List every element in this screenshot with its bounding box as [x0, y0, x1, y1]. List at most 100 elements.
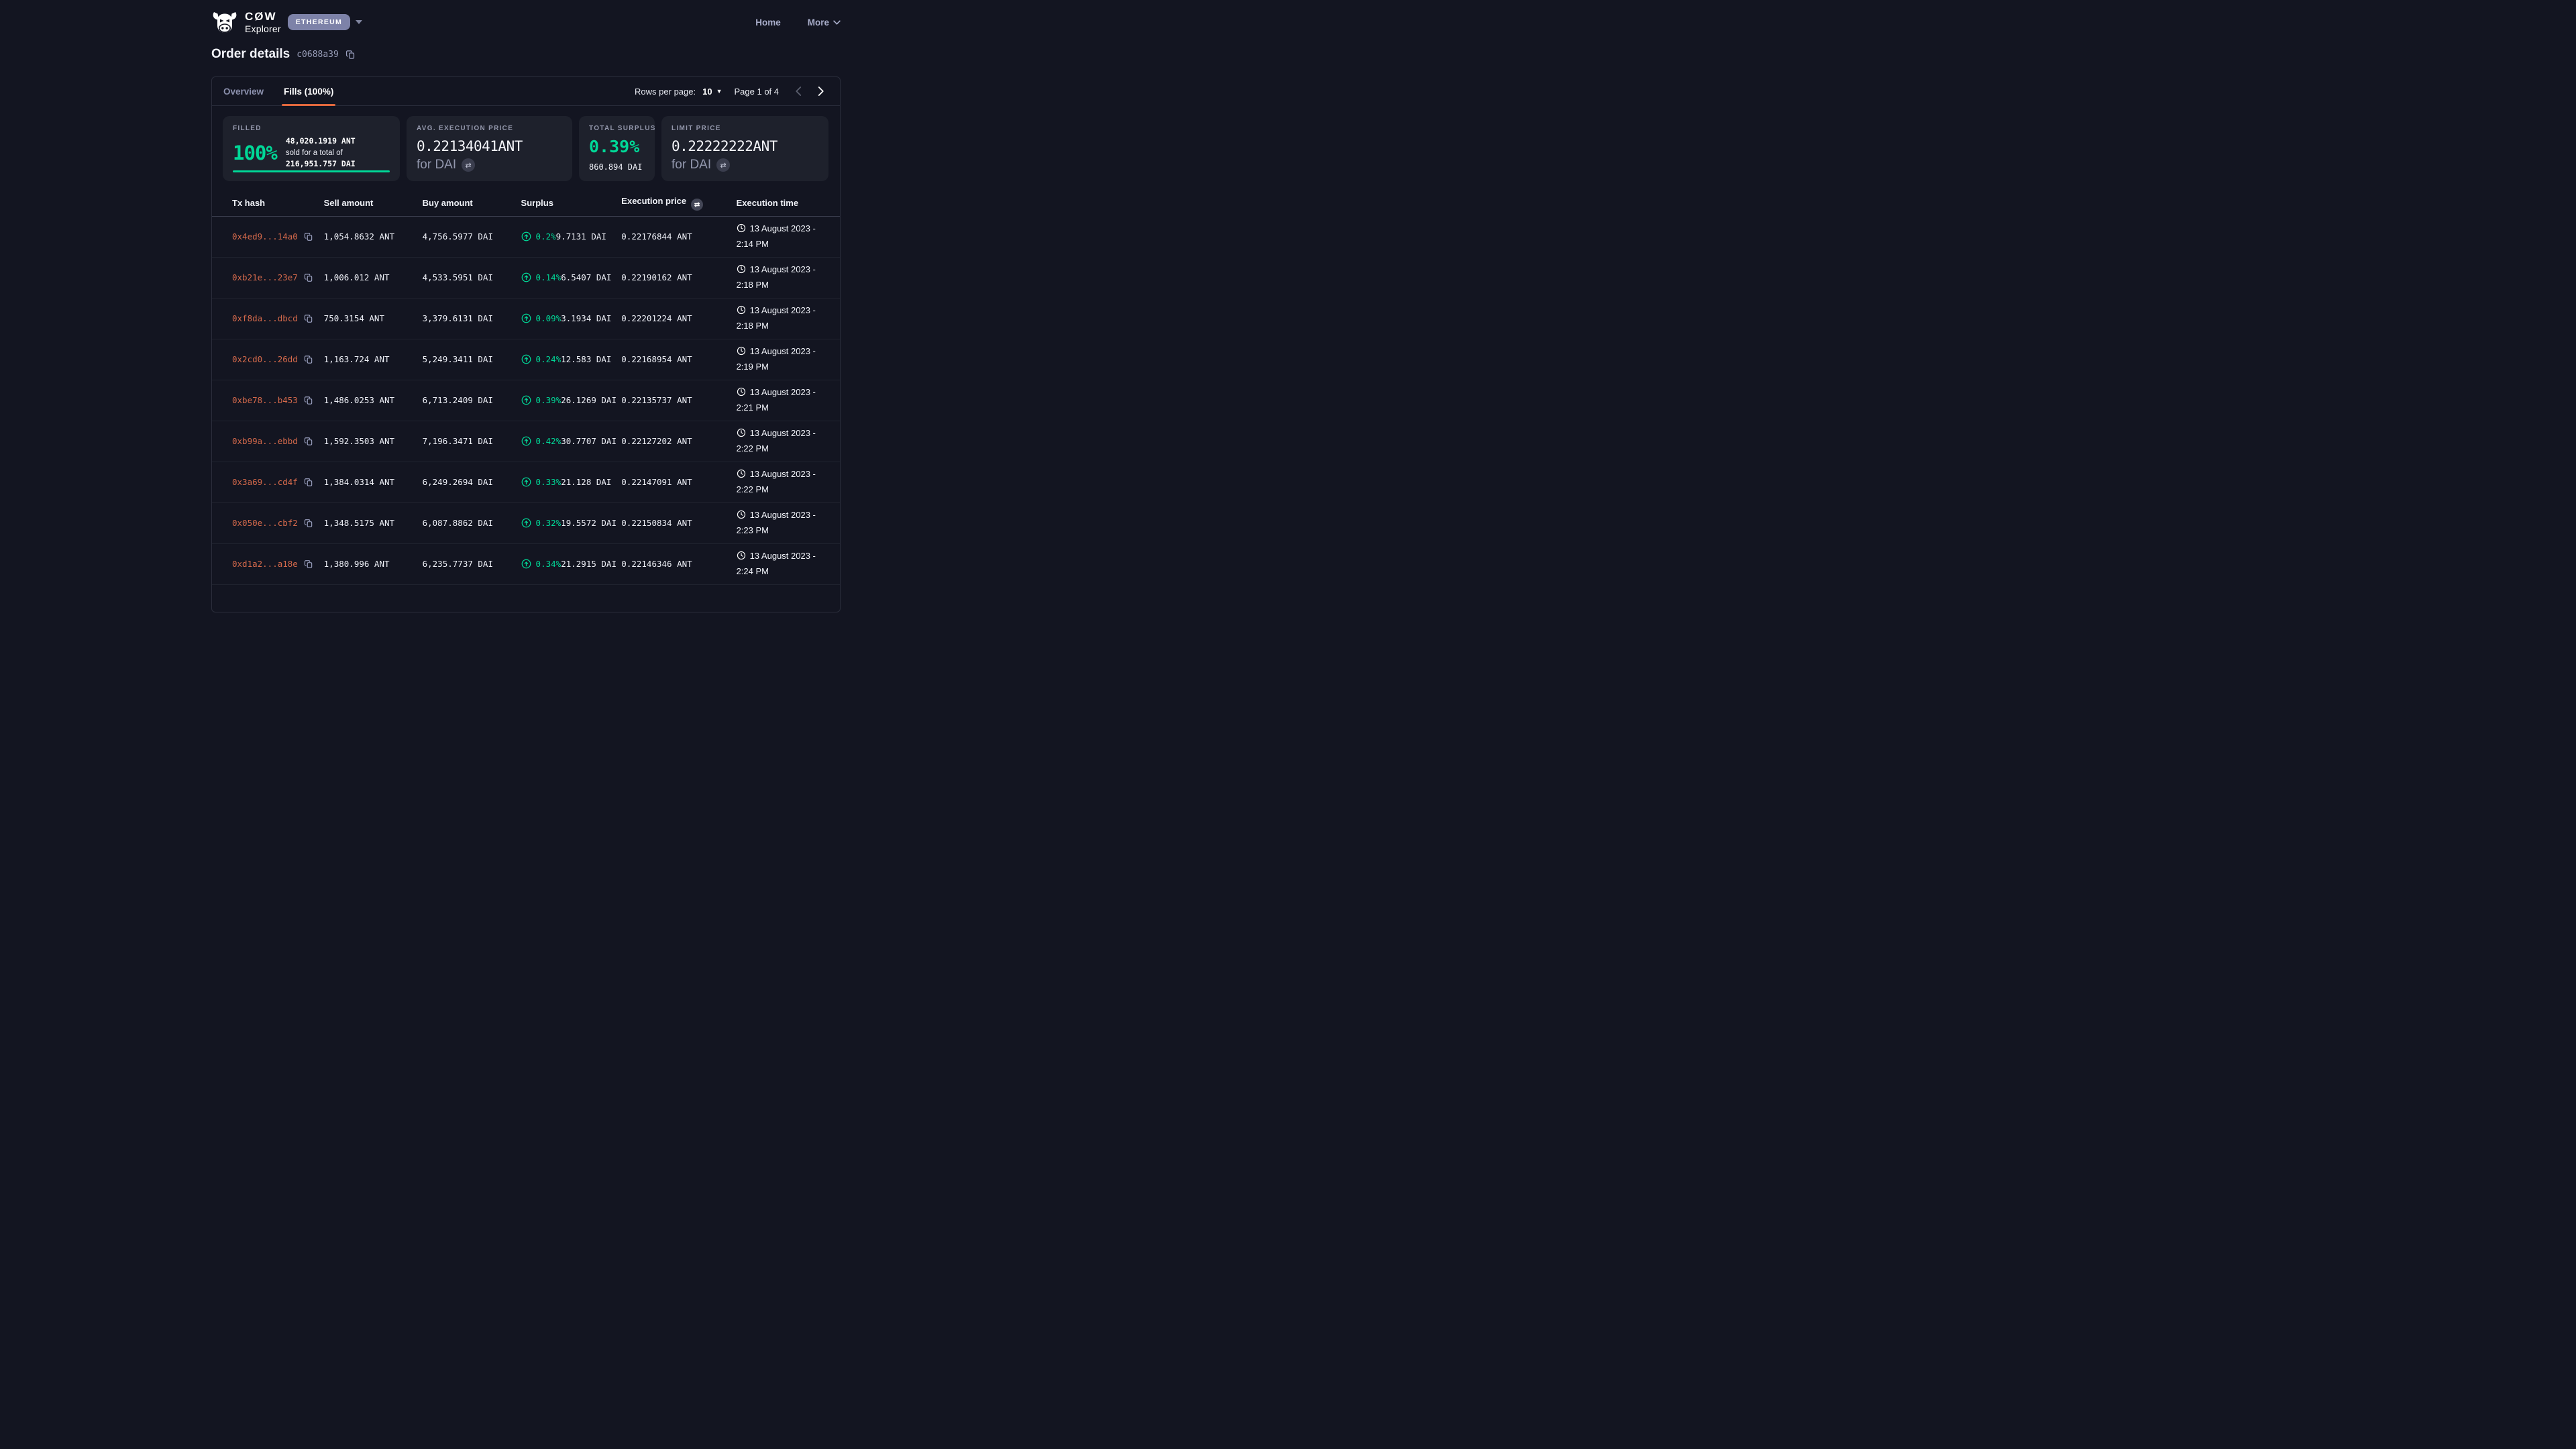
nav-more[interactable]: More	[808, 17, 841, 28]
copy-tx-hash-icon[interactable]	[304, 559, 313, 569]
filled-progress-bar	[233, 170, 390, 172]
tx-hash-link[interactable]: 0xb99a...ebbd	[232, 436, 298, 446]
stats-cards: FILLED 100% 48,020.1919 ANT sold for a t…	[212, 106, 840, 191]
surplus-percent: 0.2%	[536, 231, 556, 241]
avg-price-label: AVG. EXECUTION PRICE	[417, 125, 562, 132]
surplus-up-icon	[521, 518, 531, 528]
rows-per-page-select[interactable]: 10 ▼	[702, 87, 722, 97]
clock-icon	[737, 346, 746, 360]
surplus-percent: 0.09%	[536, 313, 561, 323]
execution-time: 13 August 2023 - 2:14 PM	[736, 216, 840, 257]
clock-icon	[737, 551, 746, 564]
sell-amount: 1,384.0314 ANT	[324, 477, 394, 487]
copy-tx-hash-icon[interactable]	[304, 478, 313, 487]
buy-amount: 6,087.8862 DAI	[423, 518, 493, 528]
execution-time: 13 August 2023 - 2:24 PM	[736, 543, 840, 584]
surplus-up-icon	[521, 477, 531, 487]
network-caret-icon[interactable]	[356, 20, 362, 24]
panel-bottom-spacer	[212, 585, 840, 612]
execution-time-text: 13 August 2023 - 2:22 PM	[737, 469, 816, 494]
network-badge[interactable]: ETHEREUM	[288, 14, 350, 30]
col-execution-time: Execution time	[736, 191, 840, 216]
avg-price-value: 0.22134041ANT	[417, 138, 562, 154]
execution-price: 0.22201224 ANT	[621, 313, 692, 323]
execution-price: 0.22135737 ANT	[621, 395, 692, 405]
sell-amount: 1,163.724 ANT	[324, 354, 390, 364]
execution-time: 13 August 2023 - 2:18 PM	[736, 257, 840, 298]
clock-icon	[737, 264, 746, 278]
limit-price-value: 0.22222222ANT	[672, 138, 818, 154]
surplus-amount: 3.1934 DAI	[561, 313, 611, 323]
clock-icon	[737, 469, 746, 482]
surplus-up-icon	[521, 395, 531, 405]
copy-tx-hash-icon[interactable]	[304, 273, 313, 282]
copy-tx-hash-icon[interactable]	[304, 314, 313, 323]
table-row: 0x3a69...cd4f 1,384.0314 ANT 6,249.2694 …	[212, 462, 840, 502]
order-panel: Overview Fills (100%) Rows per page: 10 …	[211, 76, 841, 612]
col-sell-amount: Sell amount	[323, 191, 422, 216]
tx-hash-link[interactable]: 0xf8da...dbcd	[232, 313, 298, 323]
cow-head-icon	[211, 11, 238, 34]
buy-amount: 3,379.6131 DAI	[423, 313, 493, 323]
copy-order-id-icon[interactable]	[345, 50, 356, 60]
buy-amount: 6,249.2694 DAI	[423, 477, 493, 487]
invert-price-icon[interactable]: ⇄	[716, 158, 730, 172]
limit-price-unit: for DAI	[672, 158, 711, 172]
execution-price: 0.22190162 ANT	[621, 272, 692, 282]
buy-amount: 7,196.3471 DAI	[423, 436, 493, 446]
tab-fills[interactable]: Fills (100%)	[284, 77, 333, 105]
surplus-percent: 0.32%	[536, 518, 561, 528]
table-row: 0xb99a...ebbd 1,592.3503 ANT 7,196.3471 …	[212, 421, 840, 462]
avg-price-unit: for DAI	[417, 158, 456, 172]
table-row: 0xf8da...dbcd 750.3154 ANT 3,379.6131 DA…	[212, 298, 840, 339]
copy-tx-hash-icon[interactable]	[304, 437, 313, 446]
surplus-amount: 21.128 DAI	[561, 477, 611, 487]
tx-hash-link[interactable]: 0xbe78...b453	[232, 395, 298, 405]
table-row: 0x4ed9...14a0 1,054.8632 ANT 4,756.5977 …	[212, 216, 840, 257]
limit-price-card: LIMIT PRICE 0.22222222ANT for DAI ⇄	[661, 116, 828, 181]
total-surplus-card: TOTAL SURPLUS 0.39% 860.894 DAI	[579, 116, 655, 181]
surplus-percent: 0.33%	[536, 477, 561, 487]
total-surplus-amount: 860.894 DAI	[589, 162, 645, 172]
tab-overview[interactable]: Overview	[223, 77, 264, 105]
select-caret-icon: ▼	[716, 88, 722, 95]
surplus-amount: 12.583 DAI	[561, 354, 611, 364]
copy-tx-hash-icon[interactable]	[304, 355, 313, 364]
execution-time-text: 13 August 2023 - 2:18 PM	[737, 264, 816, 289]
execution-time-text: 13 August 2023 - 2:19 PM	[737, 346, 816, 371]
rows-per-page-label: Rows per page:	[635, 87, 696, 97]
logo-sub: Explorer	[245, 24, 281, 34]
tx-hash-link[interactable]: 0xd1a2...a18e	[232, 559, 298, 569]
buy-amount: 6,235.7737 DAI	[423, 559, 493, 569]
clock-icon	[737, 305, 746, 319]
order-id: c0688a39	[297, 50, 339, 60]
execution-price: 0.22147091 ANT	[621, 477, 692, 487]
prev-page-button[interactable]	[791, 83, 807, 99]
nav-home[interactable]: Home	[755, 17, 781, 28]
surplus-percent: 0.39%	[536, 395, 561, 405]
filled-amount: 48,020.1919 ANT	[286, 136, 356, 146]
execution-price: 0.22150834 ANT	[621, 518, 692, 528]
copy-tx-hash-icon[interactable]	[304, 396, 313, 405]
surplus-up-icon	[521, 436, 531, 446]
copy-tx-hash-icon[interactable]	[304, 519, 313, 528]
invert-price-icon[interactable]: ⇄	[462, 158, 475, 172]
next-page-button[interactable]	[812, 83, 828, 99]
toggle-price-unit-icon[interactable]: ⇄	[691, 199, 703, 211]
copy-tx-hash-icon[interactable]	[304, 232, 313, 241]
network-selector[interactable]: ETHEREUM	[288, 14, 362, 30]
main-nav: Home More	[755, 17, 841, 28]
execution-price: 0.22168954 ANT	[621, 354, 692, 364]
tx-hash-link[interactable]: 0xb21e...23e7	[232, 272, 298, 282]
tx-hash-link[interactable]: 0x050e...cbf2	[232, 518, 298, 528]
surplus-percent: 0.24%	[536, 354, 561, 364]
buy-amount: 4,756.5977 DAI	[423, 231, 493, 241]
surplus-amount: 9.7131 DAI	[556, 231, 606, 241]
cow-explorer-logo[interactable]: CØW Explorer	[211, 11, 281, 34]
execution-time-text: 13 August 2023 - 2:24 PM	[737, 551, 816, 576]
execution-time: 13 August 2023 - 2:21 PM	[736, 380, 840, 421]
tx-hash-link[interactable]: 0x2cd0...26dd	[232, 354, 298, 364]
tx-hash-link[interactable]: 0x4ed9...14a0	[232, 231, 298, 241]
surplus-amount: 19.5572 DAI	[561, 518, 616, 528]
tx-hash-link[interactable]: 0x3a69...cd4f	[232, 477, 298, 487]
